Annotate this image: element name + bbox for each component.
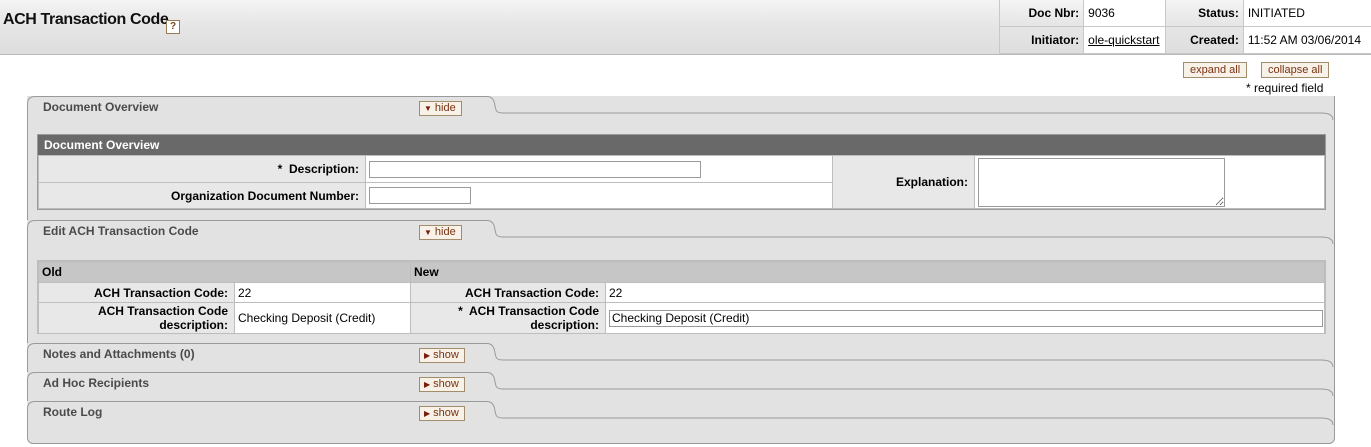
document-overview-form: * Description: Explanation: Organization… bbox=[38, 155, 1325, 209]
document-header: ACH Transaction Code ? Doc Nbr: 9036 Sta… bbox=[0, 0, 1371, 55]
triangle-down-icon: ▼ bbox=[424, 228, 432, 237]
org-doc-number-cell bbox=[365, 182, 833, 209]
tab-shape bbox=[27, 343, 1334, 367]
tab-edit-ach-transaction-code: Edit ACH Transaction Code ▼ hide bbox=[27, 220, 1334, 244]
toggle-label: show bbox=[433, 349, 459, 361]
status-value: INITIATED bbox=[1242, 0, 1371, 27]
show-button[interactable]: ▶ show bbox=[419, 348, 465, 363]
document-overview-panel: Document Overview * Description: Explana… bbox=[37, 134, 1326, 210]
created-value: 11:52 AM 03/06/2014 bbox=[1242, 26, 1371, 54]
edit-ach-form: Old New ACH Transaction Code: 22 ACH Tra… bbox=[38, 261, 1326, 334]
required-marker: * bbox=[277, 162, 283, 176]
hide-button[interactable]: ▼ hide bbox=[419, 225, 462, 240]
description-label: * Description: bbox=[38, 155, 366, 183]
new-desc-label-text: ACH Transaction Code description: bbox=[468, 304, 599, 332]
initiator-link[interactable]: ole-quickstart bbox=[1088, 33, 1159, 47]
toggle-label: hide bbox=[434, 226, 456, 238]
page-title: ACH Transaction Code bbox=[3, 11, 169, 28]
toggle-label: show bbox=[433, 407, 459, 419]
expand-all-button[interactable]: expand all bbox=[1183, 62, 1248, 78]
doc-nbr-label: Doc Nbr: bbox=[998, 0, 1084, 27]
show-button[interactable]: ▶ show bbox=[419, 406, 465, 421]
tab-shape bbox=[27, 372, 1334, 396]
new-code-label: ACH Transaction Code: bbox=[409, 282, 607, 303]
tab-shape bbox=[27, 220, 1334, 244]
old-desc-label: ACH Transaction Code description: bbox=[38, 302, 235, 334]
tab-shape bbox=[27, 401, 1334, 425]
tab-ad-hoc-recipients: Ad Hoc Recipients ▶ show bbox=[27, 372, 1334, 396]
toggle-label: show bbox=[433, 378, 459, 390]
hide-button[interactable]: ▼ hide bbox=[419, 101, 462, 116]
tab-document-overview: Document Overview ▼ hide bbox=[27, 96, 1334, 120]
edit-ach-panel: Old New ACH Transaction Code: 22 ACH Tra… bbox=[37, 260, 1326, 334]
description-label-text: Description: bbox=[288, 162, 359, 176]
new-desc-label: * ACH Transaction Code description: bbox=[409, 302, 607, 334]
tab-route-log: Route Log ▶ show bbox=[27, 401, 1334, 425]
status-label: Status: bbox=[1165, 0, 1244, 27]
explanation-textarea[interactable] bbox=[978, 157, 1225, 207]
help-icon[interactable]: ? bbox=[166, 20, 180, 34]
old-code-value: 22 bbox=[234, 282, 411, 303]
panel-title: Document Overview bbox=[38, 135, 1325, 155]
tab-label-edit-ach: Edit ACH Transaction Code bbox=[43, 224, 199, 238]
initiator-label: Initiator: bbox=[998, 26, 1084, 54]
tab-notes-and-attachments: Notes and Attachments (0) ▶ show bbox=[27, 343, 1334, 367]
triangle-right-icon: ▶ bbox=[424, 409, 431, 418]
old-header: Old bbox=[38, 261, 411, 283]
org-doc-number-label: Organization Document Number: bbox=[38, 182, 366, 209]
org-doc-number-input[interactable] bbox=[369, 187, 471, 204]
old-code-label: ACH Transaction Code: bbox=[38, 282, 235, 303]
toggle-label: hide bbox=[434, 102, 456, 114]
tab-label-document-overview: Document Overview bbox=[43, 100, 159, 114]
triangle-right-icon: ▶ bbox=[424, 380, 431, 389]
triangle-right-icon: ▶ bbox=[424, 351, 431, 360]
explanation-cell bbox=[974, 155, 1325, 209]
tab-label-route-log: Route Log bbox=[43, 405, 103, 419]
explanation-label: Explanation: bbox=[832, 155, 975, 209]
show-button[interactable]: ▶ show bbox=[419, 377, 465, 392]
required-marker: * bbox=[458, 304, 463, 318]
tab-label-adhoc: Ad Hoc Recipients bbox=[43, 376, 150, 390]
created-label: Created: bbox=[1165, 26, 1244, 54]
doc-nbr-value: 9036 bbox=[1083, 0, 1166, 27]
tab-label-notes: Notes and Attachments (0) bbox=[43, 347, 195, 361]
document-info-table: Doc Nbr: 9036 Status: INITIATED Initiato… bbox=[998, 0, 1371, 54]
new-code-value: 22 bbox=[605, 282, 1325, 303]
new-desc-input[interactable] bbox=[609, 309, 1323, 327]
old-desc-value: Checking Deposit (Credit) bbox=[234, 302, 411, 334]
required-field-note: * required field bbox=[1246, 81, 1324, 95]
triangle-down-icon: ▼ bbox=[424, 104, 432, 113]
collapse-all-button[interactable]: collapse all bbox=[1261, 62, 1330, 78]
tab-shape bbox=[27, 96, 1334, 120]
description-input[interactable] bbox=[369, 160, 701, 178]
new-desc-cell bbox=[605, 302, 1325, 334]
description-cell bbox=[365, 155, 833, 183]
new-header: New bbox=[409, 261, 1326, 283]
